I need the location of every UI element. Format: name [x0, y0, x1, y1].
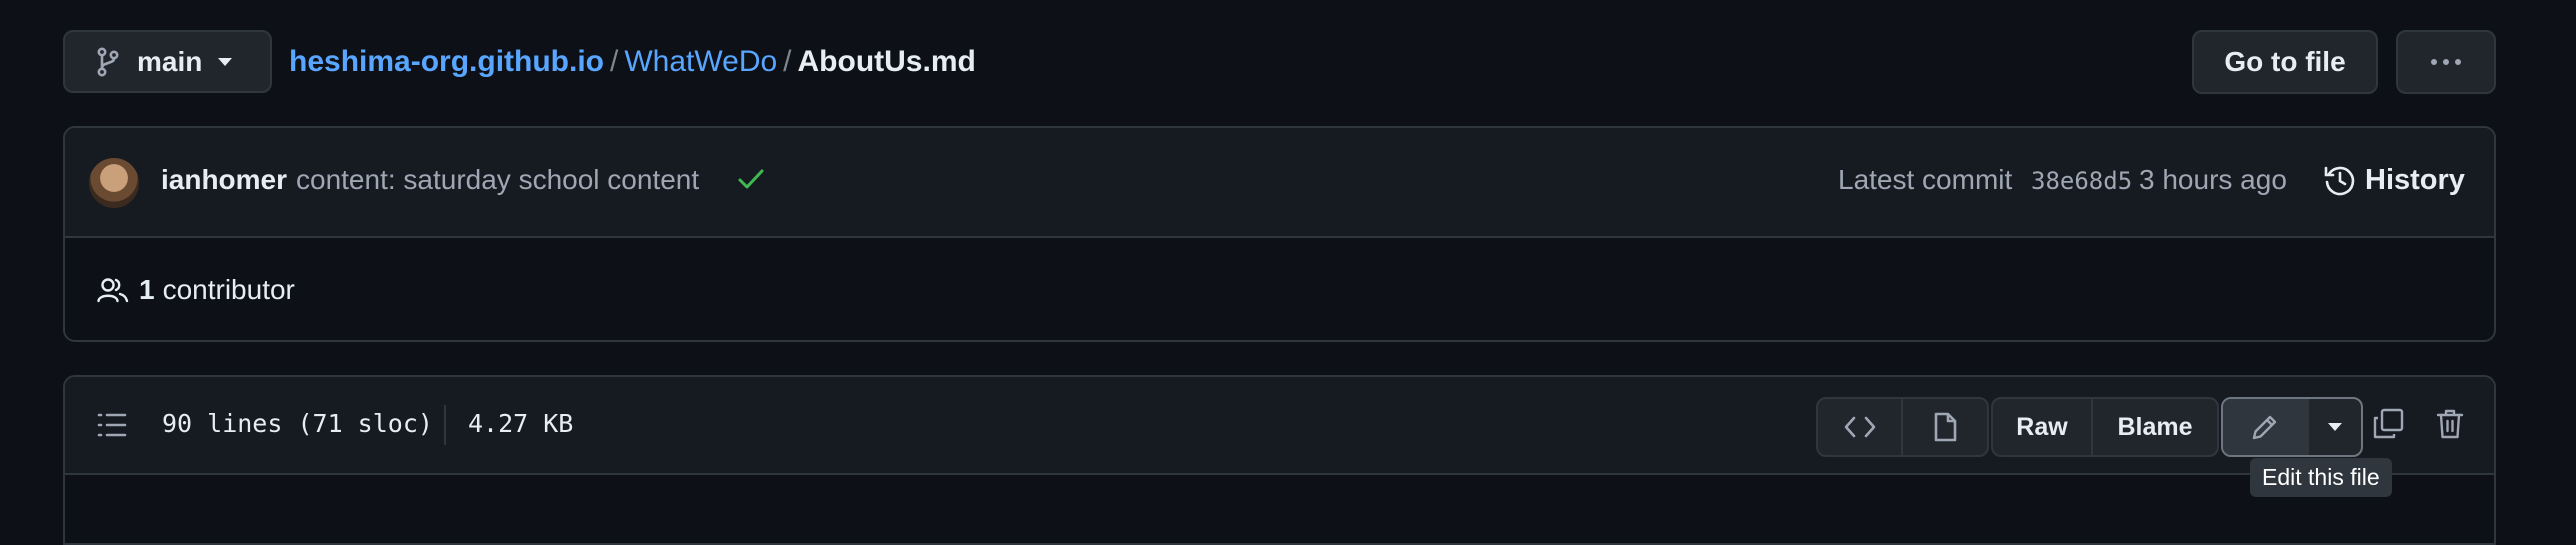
commit-sha-link[interactable]: 38e68d5 [2031, 167, 2132, 195]
breadcrumb-repo-link[interactable]: heshima-org.github.io [289, 45, 604, 79]
file-icon [1933, 412, 1957, 442]
kebab-horizontal-icon [2430, 58, 2462, 66]
pencil-icon [2250, 412, 2280, 442]
more-options-button[interactable] [2396, 30, 2496, 94]
file-viewer: 90 lines (71 sloc) 4.27 KB Raw Blame [63, 375, 2496, 545]
raw-blame-group: Raw Blame [1991, 397, 2219, 457]
file-header: 90 lines (71 sloc) 4.27 KB Raw Blame [65, 377, 2494, 475]
file-size: 4.27 KB [468, 409, 574, 438]
branch-name: main [137, 45, 203, 77]
raw-button[interactable]: Raw [1993, 399, 2091, 455]
triangle-down-icon [2328, 423, 2342, 431]
copy-icon[interactable] [2371, 407, 2405, 441]
code-icon [1844, 416, 1876, 438]
go-to-file-button[interactable]: Go to file [2192, 30, 2378, 94]
git-branch-icon [97, 46, 119, 77]
people-icon [97, 276, 129, 304]
edit-file-button[interactable] [2223, 399, 2307, 455]
divider [444, 405, 446, 445]
edit-file-tooltip: Edit this file [2250, 458, 2392, 497]
triangle-down-icon [218, 57, 233, 66]
latest-commit-bar: ianhomer content: saturday school conten… [65, 128, 2494, 238]
trash-icon[interactable] [2435, 407, 2465, 441]
breadcrumb-file-name: AboutUs.md [797, 45, 976, 78]
commit-time: 3 hours ago [2139, 164, 2287, 195]
contributor-count: 1 [139, 274, 155, 305]
file-line-count: 90 lines (71 sloc) [162, 409, 433, 438]
edit-options-dropdown[interactable] [2307, 399, 2361, 455]
commit-message-link[interactable]: content: saturday school content [296, 164, 699, 196]
breadcrumb: heshima-org.github.io / WhatWeDo / About… [289, 42, 976, 82]
edit-group [2221, 397, 2363, 457]
breadcrumb-separator: / [610, 45, 619, 78]
latest-commit-label: Latest commit [1838, 164, 2013, 195]
breadcrumb-directory-link[interactable]: WhatWeDo [624, 45, 777, 79]
breadcrumb-separator: / [783, 45, 792, 78]
history-button[interactable]: History [2323, 158, 2465, 202]
view-toggle [1816, 397, 1989, 457]
history-label: History [2365, 163, 2465, 196]
check-icon[interactable] [737, 166, 765, 192]
display-source-button[interactable] [1818, 399, 1901, 455]
contributor-label: contributor [162, 274, 295, 305]
commit-author-link[interactable]: ianhomer [161, 164, 287, 196]
list-unordered-icon[interactable] [97, 411, 127, 439]
blame-button[interactable]: Blame [2091, 399, 2217, 455]
contributors-link[interactable]: 1 contributor [97, 274, 295, 306]
branch-selector-button[interactable]: main [63, 30, 272, 93]
display-rendered-button[interactable] [1901, 399, 1986, 455]
avatar[interactable] [89, 158, 139, 208]
commit-box: ianhomer content: saturday school conten… [63, 126, 2496, 342]
history-icon [2323, 163, 2357, 197]
